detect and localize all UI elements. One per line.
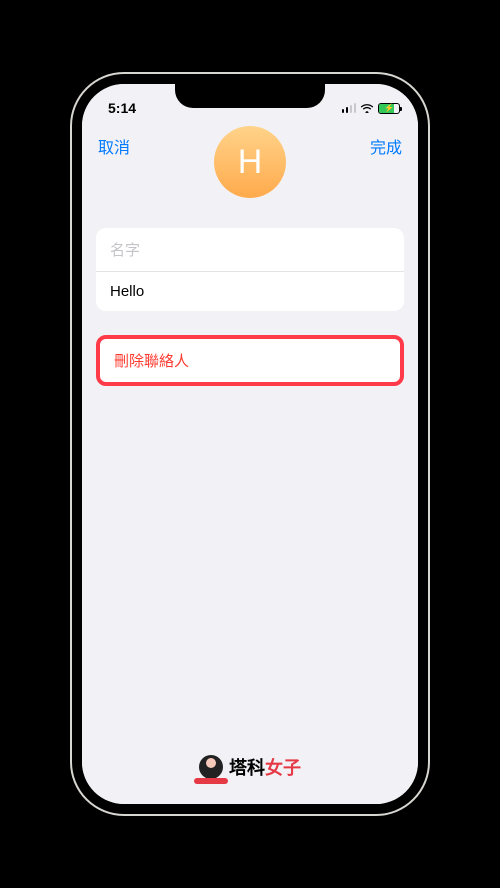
cancel-button[interactable]: 取消 — [98, 132, 130, 160]
avatar-initial: H — [238, 143, 263, 182]
status-time: 5:14 — [108, 100, 136, 116]
first-name-field[interactable]: 名字 — [96, 228, 404, 272]
cellular-signal-icon — [342, 103, 357, 113]
watermark: 塔科女子 — [199, 754, 301, 780]
content-area: 名字 Hello 刪除聯絡人 — [82, 214, 418, 386]
screen: 5:14 ⚡ 取消 H 完成 — [82, 84, 418, 804]
watermark-text: 塔科女子 — [229, 754, 301, 780]
last-name-value: Hello — [110, 283, 144, 300]
watermark-avatar-icon — [199, 755, 223, 779]
delete-contact-button[interactable]: 刪除聯絡人 — [100, 339, 400, 382]
wifi-icon — [360, 103, 374, 113]
watermark-part2: 女子 — [265, 758, 301, 778]
status-right: ⚡ — [342, 103, 401, 114]
done-button[interactable]: 完成 — [370, 132, 402, 160]
nav-bar: 取消 H 完成 — [82, 124, 418, 214]
phone-frame: 5:14 ⚡ 取消 H 完成 — [72, 74, 428, 814]
contact-avatar[interactable]: H — [214, 126, 286, 198]
last-name-field[interactable]: Hello — [96, 272, 404, 311]
first-name-placeholder: 名字 — [110, 242, 140, 259]
delete-contact-highlight: 刪除聯絡人 — [96, 335, 404, 386]
name-fields-card: 名字 Hello — [96, 228, 404, 311]
notch — [175, 84, 325, 108]
watermark-part1: 塔科 — [229, 758, 265, 778]
battery-icon: ⚡ — [378, 103, 400, 114]
